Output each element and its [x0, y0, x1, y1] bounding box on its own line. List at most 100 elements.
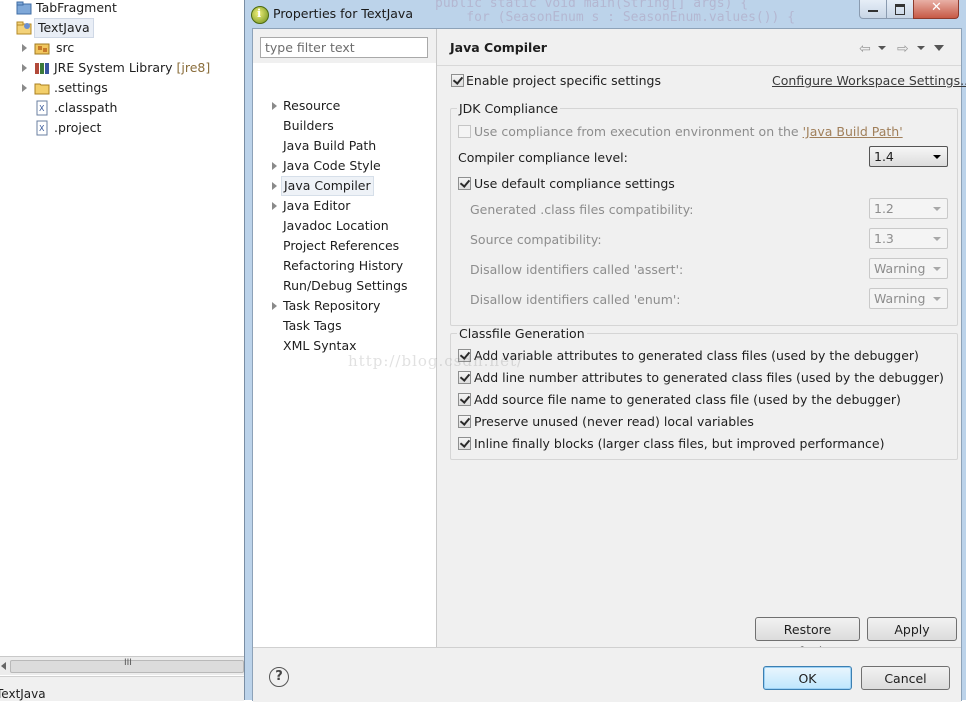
- restore-defaults-button[interactable]: Restore Defaults: [755, 617, 860, 659]
- cancel-button[interactable]: Cancel: [861, 666, 950, 690]
- maximize-button[interactable]: [886, 0, 914, 19]
- folder-icon: [34, 83, 50, 95]
- classfile-generation-heading: Classfile Generation: [457, 326, 587, 341]
- back-arrow-icon[interactable]: ⇦: [859, 41, 871, 57]
- tree-item-label: TextJava: [34, 18, 94, 38]
- nav-item-java-build-path[interactable]: Java Build Path: [283, 137, 376, 155]
- expand-arrow-icon[interactable]: [22, 44, 27, 52]
- forward-arrow-icon[interactable]: ⇨: [897, 41, 909, 57]
- svg-text:X: X: [39, 124, 45, 133]
- nav-item-refactoring-history[interactable]: Refactoring History: [283, 257, 403, 275]
- project-explorer: TabFragment TextJava src JRE System Libr…: [0, 0, 244, 701]
- expand-arrow-icon[interactable]: [272, 182, 277, 190]
- add-variable-attributes-label: Add variable attributes to generated cla…: [474, 348, 919, 363]
- svg-text:X: X: [39, 104, 45, 113]
- xml-file-icon: X: [36, 120, 48, 136]
- chevron-down-icon: [933, 267, 941, 271]
- add-source-file-name-label: Add source file name to generated class …: [474, 392, 901, 407]
- inline-finally-checkbox[interactable]: [458, 437, 471, 450]
- apply-button[interactable]: Apply: [867, 617, 957, 641]
- chevron-down-icon: [933, 207, 941, 211]
- scrollbar-grip: III: [124, 658, 132, 668]
- close-button[interactable]: ✕: [913, 0, 959, 19]
- nav-item-resource[interactable]: Resource: [283, 97, 340, 115]
- tree-item-label: JRE System Library: [54, 60, 173, 75]
- xml-file-icon: X: [36, 100, 48, 116]
- eclipse-icon: [251, 6, 269, 24]
- nav-item-java-editor[interactable]: Java Editor: [283, 197, 350, 215]
- ok-button[interactable]: OK: [763, 666, 852, 690]
- use-ee-compliance-checkbox[interactable]: [458, 125, 471, 138]
- package-folder-icon: [34, 43, 50, 55]
- nav-item-project-references[interactable]: Project References: [283, 237, 399, 255]
- combo-value: 1.4: [874, 149, 894, 164]
- enum-identifier-combo[interactable]: Warning: [869, 288, 948, 309]
- properties-dialog: public static void main(String[] args) {…: [244, 0, 966, 702]
- add-line-number-label: Add line number attributes to generated …: [474, 370, 944, 385]
- minimize-button[interactable]: [859, 0, 887, 19]
- dialog-titlebar[interactable]: public static void main(String[] args) {…: [245, 0, 966, 28]
- use-default-compliance-label: Use default compliance settings: [474, 176, 675, 191]
- compliance-level-combo[interactable]: 1.4: [869, 146, 948, 167]
- nav-item-task-repository[interactable]: Task Repository: [283, 297, 380, 315]
- inline-finally-label: Inline finally blocks (larger class file…: [474, 436, 885, 451]
- combo-value: 1.3: [874, 231, 894, 246]
- page-title: Java Compiler: [450, 40, 547, 55]
- expand-arrow-icon[interactable]: [22, 84, 27, 92]
- close-icon: ✕: [931, 0, 942, 15]
- expand-arrow-icon[interactable]: [272, 102, 277, 110]
- filter-input[interactable]: [260, 37, 428, 58]
- tree-item-label: src: [56, 40, 75, 55]
- expand-arrow-icon[interactable]: [22, 64, 27, 72]
- tree-item-label: .settings: [54, 80, 108, 95]
- add-line-number-checkbox[interactable]: [458, 371, 471, 384]
- status-bar: TextJava: [0, 676, 244, 701]
- library-icon: [35, 63, 49, 74]
- jdk-compliance-heading: JDK Compliance: [457, 101, 561, 116]
- help-icon[interactable]: ?: [269, 667, 289, 687]
- nav-item-javadoc-location[interactable]: Javadoc Location: [283, 217, 389, 235]
- forward-history-dropdown-icon[interactable]: [917, 46, 925, 50]
- java-project-icon: [16, 21, 32, 35]
- tree-item-label: .classpath: [54, 100, 118, 115]
- source-compat-combo[interactable]: 1.3: [869, 228, 948, 249]
- title-separator: [437, 65, 961, 66]
- combo-value: 1.2: [874, 201, 894, 216]
- configure-workspace-link[interactable]: Configure Workspace Settings...: [772, 73, 966, 88]
- compliance-level-label: Compiler compliance level:: [458, 150, 628, 165]
- assert-identifier-label: Disallow identifiers called 'assert':: [470, 262, 684, 277]
- expand-arrow-icon[interactable]: [272, 302, 277, 310]
- combo-value: Warning: [874, 291, 926, 306]
- view-menu-icon[interactable]: [934, 45, 944, 51]
- jre-version-decoration: [jre8]: [176, 60, 211, 75]
- preserve-unused-locals-checkbox[interactable]: [458, 415, 471, 428]
- expand-arrow-icon[interactable]: [272, 202, 277, 210]
- nav-item-java-compiler[interactable]: Java Compiler: [281, 176, 374, 196]
- minimize-icon: [868, 10, 878, 12]
- tree-item-label: TabFragment: [36, 0, 117, 15]
- enable-specific-checkbox[interactable]: [451, 74, 464, 87]
- tree-item-label: .project: [54, 120, 102, 135]
- dialog-title: Properties for TextJava: [273, 6, 413, 21]
- blog-watermark: http://blog.csdn.net/: [348, 352, 524, 370]
- use-default-compliance-checkbox[interactable]: [458, 177, 471, 190]
- source-compat-label: Source compatibility:: [470, 232, 602, 247]
- chevron-down-icon: [933, 297, 941, 301]
- nav-item-builders[interactable]: Builders: [283, 117, 334, 135]
- java-build-path-link[interactable]: 'Java Build Path': [803, 124, 903, 139]
- add-source-file-name-checkbox[interactable]: [458, 393, 471, 406]
- combo-value: Warning: [874, 261, 926, 276]
- scroll-left-arrow-icon[interactable]: [1, 662, 6, 670]
- nav-item-java-code-style[interactable]: Java Code Style: [283, 157, 381, 175]
- background-code: public static void main(String[] args) {…: [435, 0, 796, 25]
- nav-item-task-tags[interactable]: Task Tags: [283, 317, 342, 335]
- nav-item-xml-syntax[interactable]: XML Syntax: [283, 337, 357, 355]
- preserve-unused-locals-label: Preserve unused (never read) local varia…: [474, 414, 754, 429]
- back-history-dropdown-icon[interactable]: [878, 46, 886, 50]
- assert-identifier-combo[interactable]: Warning: [869, 258, 948, 279]
- explorer-horizontal-scrollbar[interactable]: III: [0, 656, 244, 675]
- enable-specific-label: Enable project specific settings: [466, 73, 661, 88]
- expand-arrow-icon[interactable]: [272, 162, 277, 170]
- nav-item-run-debug-settings[interactable]: Run/Debug Settings: [283, 277, 408, 295]
- generated-compat-combo[interactable]: 1.2: [869, 198, 948, 219]
